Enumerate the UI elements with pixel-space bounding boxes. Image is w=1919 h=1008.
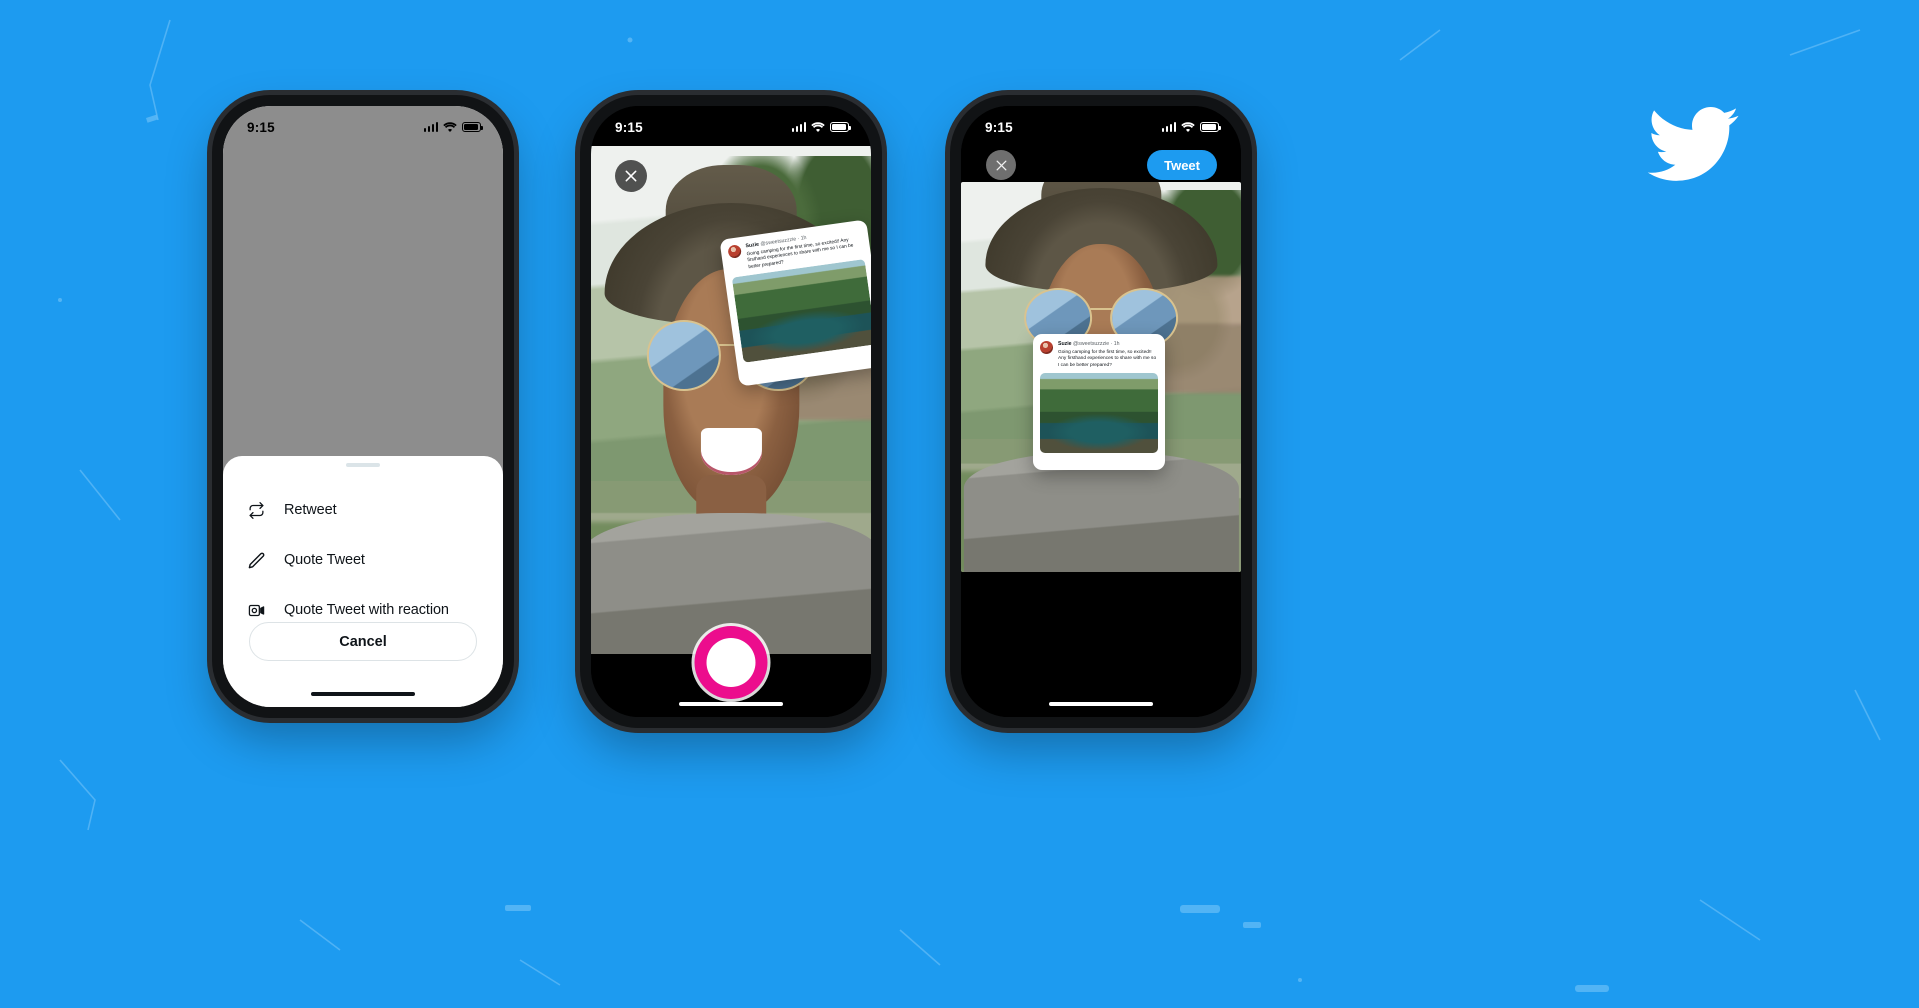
camera-viewfinder[interactable]: Suzie @sweetsuzzzie · 1h Going camping f… bbox=[591, 146, 871, 654]
tweet-button[interactable]: Tweet bbox=[1147, 150, 1217, 180]
sheet-item-quote-tweet[interactable]: Quote Tweet bbox=[223, 535, 503, 585]
camera-stage: Suzie @sweetsuzzzie · 1h Going camping f… bbox=[591, 106, 871, 717]
sheet-items: Retweet Quote Tweet Quote Tweet with rea… bbox=[223, 467, 503, 635]
review-stage: Suzie @sweetsuzzzie · 1h Going camping f… bbox=[961, 106, 1241, 717]
quoted-separator: · bbox=[797, 235, 800, 243]
status-indicators bbox=[1161, 121, 1221, 133]
signal-bars-icon bbox=[1161, 122, 1176, 132]
quoted-tweet-card[interactable]: Suzie @sweetsuzzzie · 1h Going camping f… bbox=[719, 219, 871, 387]
captured-media-preview[interactable]: Suzie @sweetsuzzzie · 1h Going camping f… bbox=[961, 182, 1241, 572]
quoted-display-name: Suzie bbox=[1058, 341, 1072, 347]
phone-1-timeline: 9:15 Retweet Quote Tweet Quote Tweet wit… bbox=[212, 95, 514, 718]
quoted-tweet-card[interactable]: Suzie @sweetsuzzzie · 1h Going camping f… bbox=[1033, 334, 1165, 470]
home-indicator bbox=[1049, 701, 1153, 706]
status-time: 9:15 bbox=[615, 119, 643, 135]
status-indicators bbox=[791, 121, 851, 133]
close-icon bbox=[625, 170, 637, 182]
sheet-item-label: Quote Tweet bbox=[284, 552, 365, 568]
wifi-icon bbox=[811, 121, 825, 132]
quoted-handle: @sweetsuzzzie bbox=[1073, 341, 1110, 347]
status-time: 9:15 bbox=[985, 119, 1013, 135]
close-icon bbox=[996, 160, 1006, 170]
battery-icon bbox=[830, 122, 851, 132]
cancel-button[interactable]: Cancel bbox=[249, 622, 477, 661]
quoted-tweet-text: Going camping for the first time, so exc… bbox=[1058, 350, 1157, 368]
quoted-tweet-meta: Suzie @sweetsuzzzie · 1h bbox=[1058, 341, 1158, 348]
quoted-display-name: Suzie bbox=[745, 241, 760, 250]
wifi-icon bbox=[443, 121, 457, 132]
battery-icon bbox=[462, 122, 483, 132]
wifi-icon bbox=[1181, 121, 1195, 132]
quoted-tweet-photo bbox=[731, 259, 871, 364]
status-bar-phone1: 9:15 bbox=[223, 106, 503, 140]
quoted-timestamp: 1h bbox=[800, 234, 807, 242]
phone-2-camera: Suzie @sweetsuzzzie · 1h Going camping f… bbox=[580, 95, 882, 728]
sheet-item-label: Retweet bbox=[284, 502, 337, 518]
home-indicator bbox=[679, 701, 783, 706]
status-time: 9:15 bbox=[247, 119, 275, 135]
signal-bars-icon bbox=[423, 122, 438, 132]
phone-1-screen: 9:15 Retweet Quote Tweet Quote Tweet wit… bbox=[223, 106, 503, 707]
quoted-tweet-photo bbox=[1040, 373, 1158, 454]
retweet-icon bbox=[249, 501, 264, 519]
status-bar-phone3: 9:15 bbox=[961, 106, 1241, 140]
camera-reaction-icon bbox=[248, 604, 265, 616]
sheet-item-label: Quote Tweet with reaction bbox=[284, 602, 449, 618]
signal-bars-icon bbox=[791, 122, 806, 132]
quoted-tweet-header: Suzie @sweetsuzzzie · 1h Going camping f… bbox=[1040, 341, 1158, 369]
timeline: 9:15 Retweet Quote Tweet Quote Tweet wit… bbox=[223, 106, 503, 707]
home-indicator bbox=[311, 691, 415, 696]
battery-icon bbox=[1200, 122, 1221, 132]
quoted-author-avatar bbox=[727, 244, 743, 259]
phone-3-review: Suzie @sweetsuzzzie · 1h Going camping f… bbox=[950, 95, 1252, 728]
close-button[interactable] bbox=[986, 150, 1016, 180]
shutter-button[interactable] bbox=[694, 626, 768, 699]
phone-2-screen: Suzie @sweetsuzzzie · 1h Going camping f… bbox=[591, 106, 871, 717]
status-bar-phone2: 9:15 bbox=[591, 106, 871, 140]
quoted-timestamp: 1h bbox=[1113, 341, 1120, 347]
status-indicators bbox=[423, 121, 483, 133]
quoted-author-avatar bbox=[1040, 341, 1053, 354]
retweet-action-sheet: Retweet Quote Tweet Quote Tweet with rea… bbox=[223, 456, 503, 707]
close-button[interactable] bbox=[615, 160, 647, 192]
quoted-separator: · bbox=[1110, 341, 1113, 347]
phone-3-screen: Suzie @sweetsuzzzie · 1h Going camping f… bbox=[961, 106, 1241, 717]
sheet-item-retweet[interactable]: Retweet bbox=[223, 485, 503, 535]
twitter-bird-logo bbox=[1647, 107, 1739, 181]
pencil-icon bbox=[248, 552, 265, 568]
